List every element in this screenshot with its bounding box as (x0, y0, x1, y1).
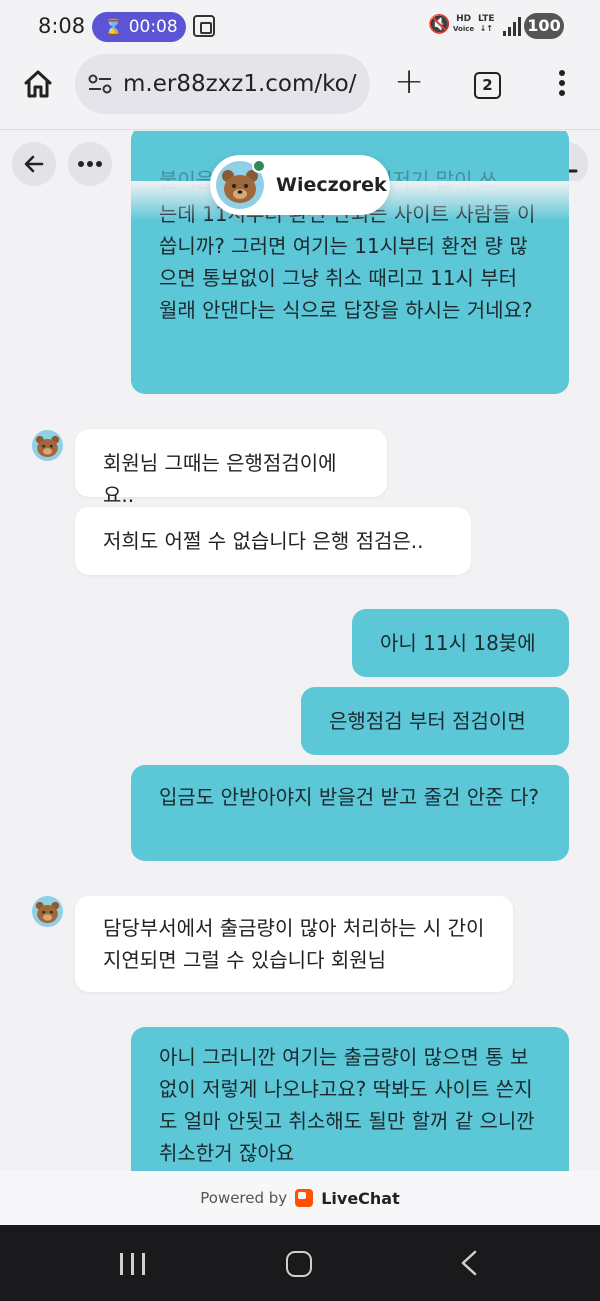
livechat-logo-icon (295, 1189, 314, 1207)
lte-label: LTE (478, 14, 495, 24)
battery-icon: 100 (524, 13, 564, 39)
message-text: 은행점검 부터 점검이면 (329, 709, 526, 733)
agent-avatar (216, 159, 266, 209)
chevron-left-icon (461, 1250, 477, 1276)
powered-by-footer[interactable]: Powered by LiveChat (0, 1171, 600, 1225)
agent-small-avatar (32, 430, 63, 461)
message-user: 입금도 안받아야지 받을건 받고 줄건 안준 다? (131, 765, 569, 861)
message-text: 입금도 안받아야지 받을건 받고 줄건 안준 다? (159, 785, 539, 809)
recent-apps-button[interactable] (120, 1253, 146, 1275)
message-agent: 저희도 어쩔 수 없습니다 은행 점검은.. (75, 507, 471, 575)
hd-voice-icon: HD Voice (453, 14, 474, 34)
message-user: 아니 11시 18붗에 (352, 609, 569, 677)
chat-window[interactable]: Wieczorek 불이읍니까 여기걸보고 여기저기 많이 쓰 는데 11시부터… (0, 131, 600, 1171)
more-dots-icon (78, 161, 102, 167)
menu-dots-icon (559, 70, 565, 76)
message-user: 은행점검 부터 점검이면 (301, 687, 569, 755)
message-text: 회원님 그때는 은행점검이에요.. (103, 451, 337, 507)
system-home-button[interactable] (286, 1251, 312, 1277)
hd-label: HD (456, 14, 472, 24)
lte-icon: LTE ↓↑ (478, 14, 495, 33)
message-user: 아니 그러니깐 여기는 출금량이 많으면 통 보 없이 저렇게 나오냐고요? 딱… (131, 1027, 569, 1171)
system-back-button[interactable] (458, 1249, 480, 1277)
home-button[interactable] (22, 68, 54, 100)
url-text[interactable]: m.er88zxz1.com/ko/ (123, 71, 356, 97)
browser-menu-button[interactable] (556, 70, 568, 100)
message-agent: 회원님 그때는 은행점검이에요.. (75, 429, 387, 507)
message-text: 아니 11시 18붗에 (380, 631, 536, 655)
site-settings-icon[interactable] (87, 73, 113, 95)
bear-avatar-icon (32, 430, 63, 461)
tabs-button[interactable]: 2 (474, 72, 501, 99)
back-arrow-icon (24, 155, 44, 173)
status-time: 8:08 (38, 14, 86, 38)
status-bar: 8:08 ⌛ 00:08 🔇 HD Voice LTE ↓↑ 100 (0, 0, 600, 54)
message-text: 저희도 어쩔 수 없습니다 은행 점검은.. (103, 529, 424, 553)
agent-header: Wieczorek (210, 155, 390, 215)
address-bar[interactable]: m.er88zxz1.com/ko/ (75, 54, 370, 114)
livechat-brand: LiveChat (321, 1188, 400, 1208)
mute-icon: 🔇 (428, 14, 451, 35)
timer-value: 00:08 (128, 17, 178, 37)
new-tab-button[interactable]: + (394, 64, 424, 100)
message-text: 아니 그러니깐 여기는 출금량이 많으면 통 보 없이 저렇게 나오냐고요? 딱… (159, 1045, 535, 1165)
back-button[interactable] (12, 142, 56, 186)
bear-avatar-icon (32, 896, 63, 927)
online-status-dot (252, 159, 266, 173)
agent-name: Wieczorek (276, 174, 387, 196)
agent-small-avatar (32, 896, 63, 927)
system-nav-bar (0, 1225, 600, 1301)
screen-timer-badge[interactable]: ⌛ 00:08 (92, 12, 186, 42)
hourglass-icon: ⌛ (104, 18, 123, 36)
powered-by-label: Powered by (200, 1189, 288, 1207)
more-options-button[interactable] (68, 142, 112, 186)
message-agent: 담당부서에서 출금량이 많아 처리하는 시 간이 지연되면 그럴 수 있습니다 … (75, 896, 513, 992)
home-icon (24, 70, 52, 98)
screen-record-icon (193, 15, 215, 37)
voice-label: Voice (453, 25, 475, 33)
browser-toolbar: m.er88zxz1.com/ko/ + 2 (0, 54, 600, 130)
signal-icon (503, 16, 521, 36)
plus-icon: + (394, 61, 425, 102)
message-text: 담당부서에서 출금량이 많아 처리하는 시 간이 지연되면 그럴 수 있습니다 … (103, 916, 485, 972)
